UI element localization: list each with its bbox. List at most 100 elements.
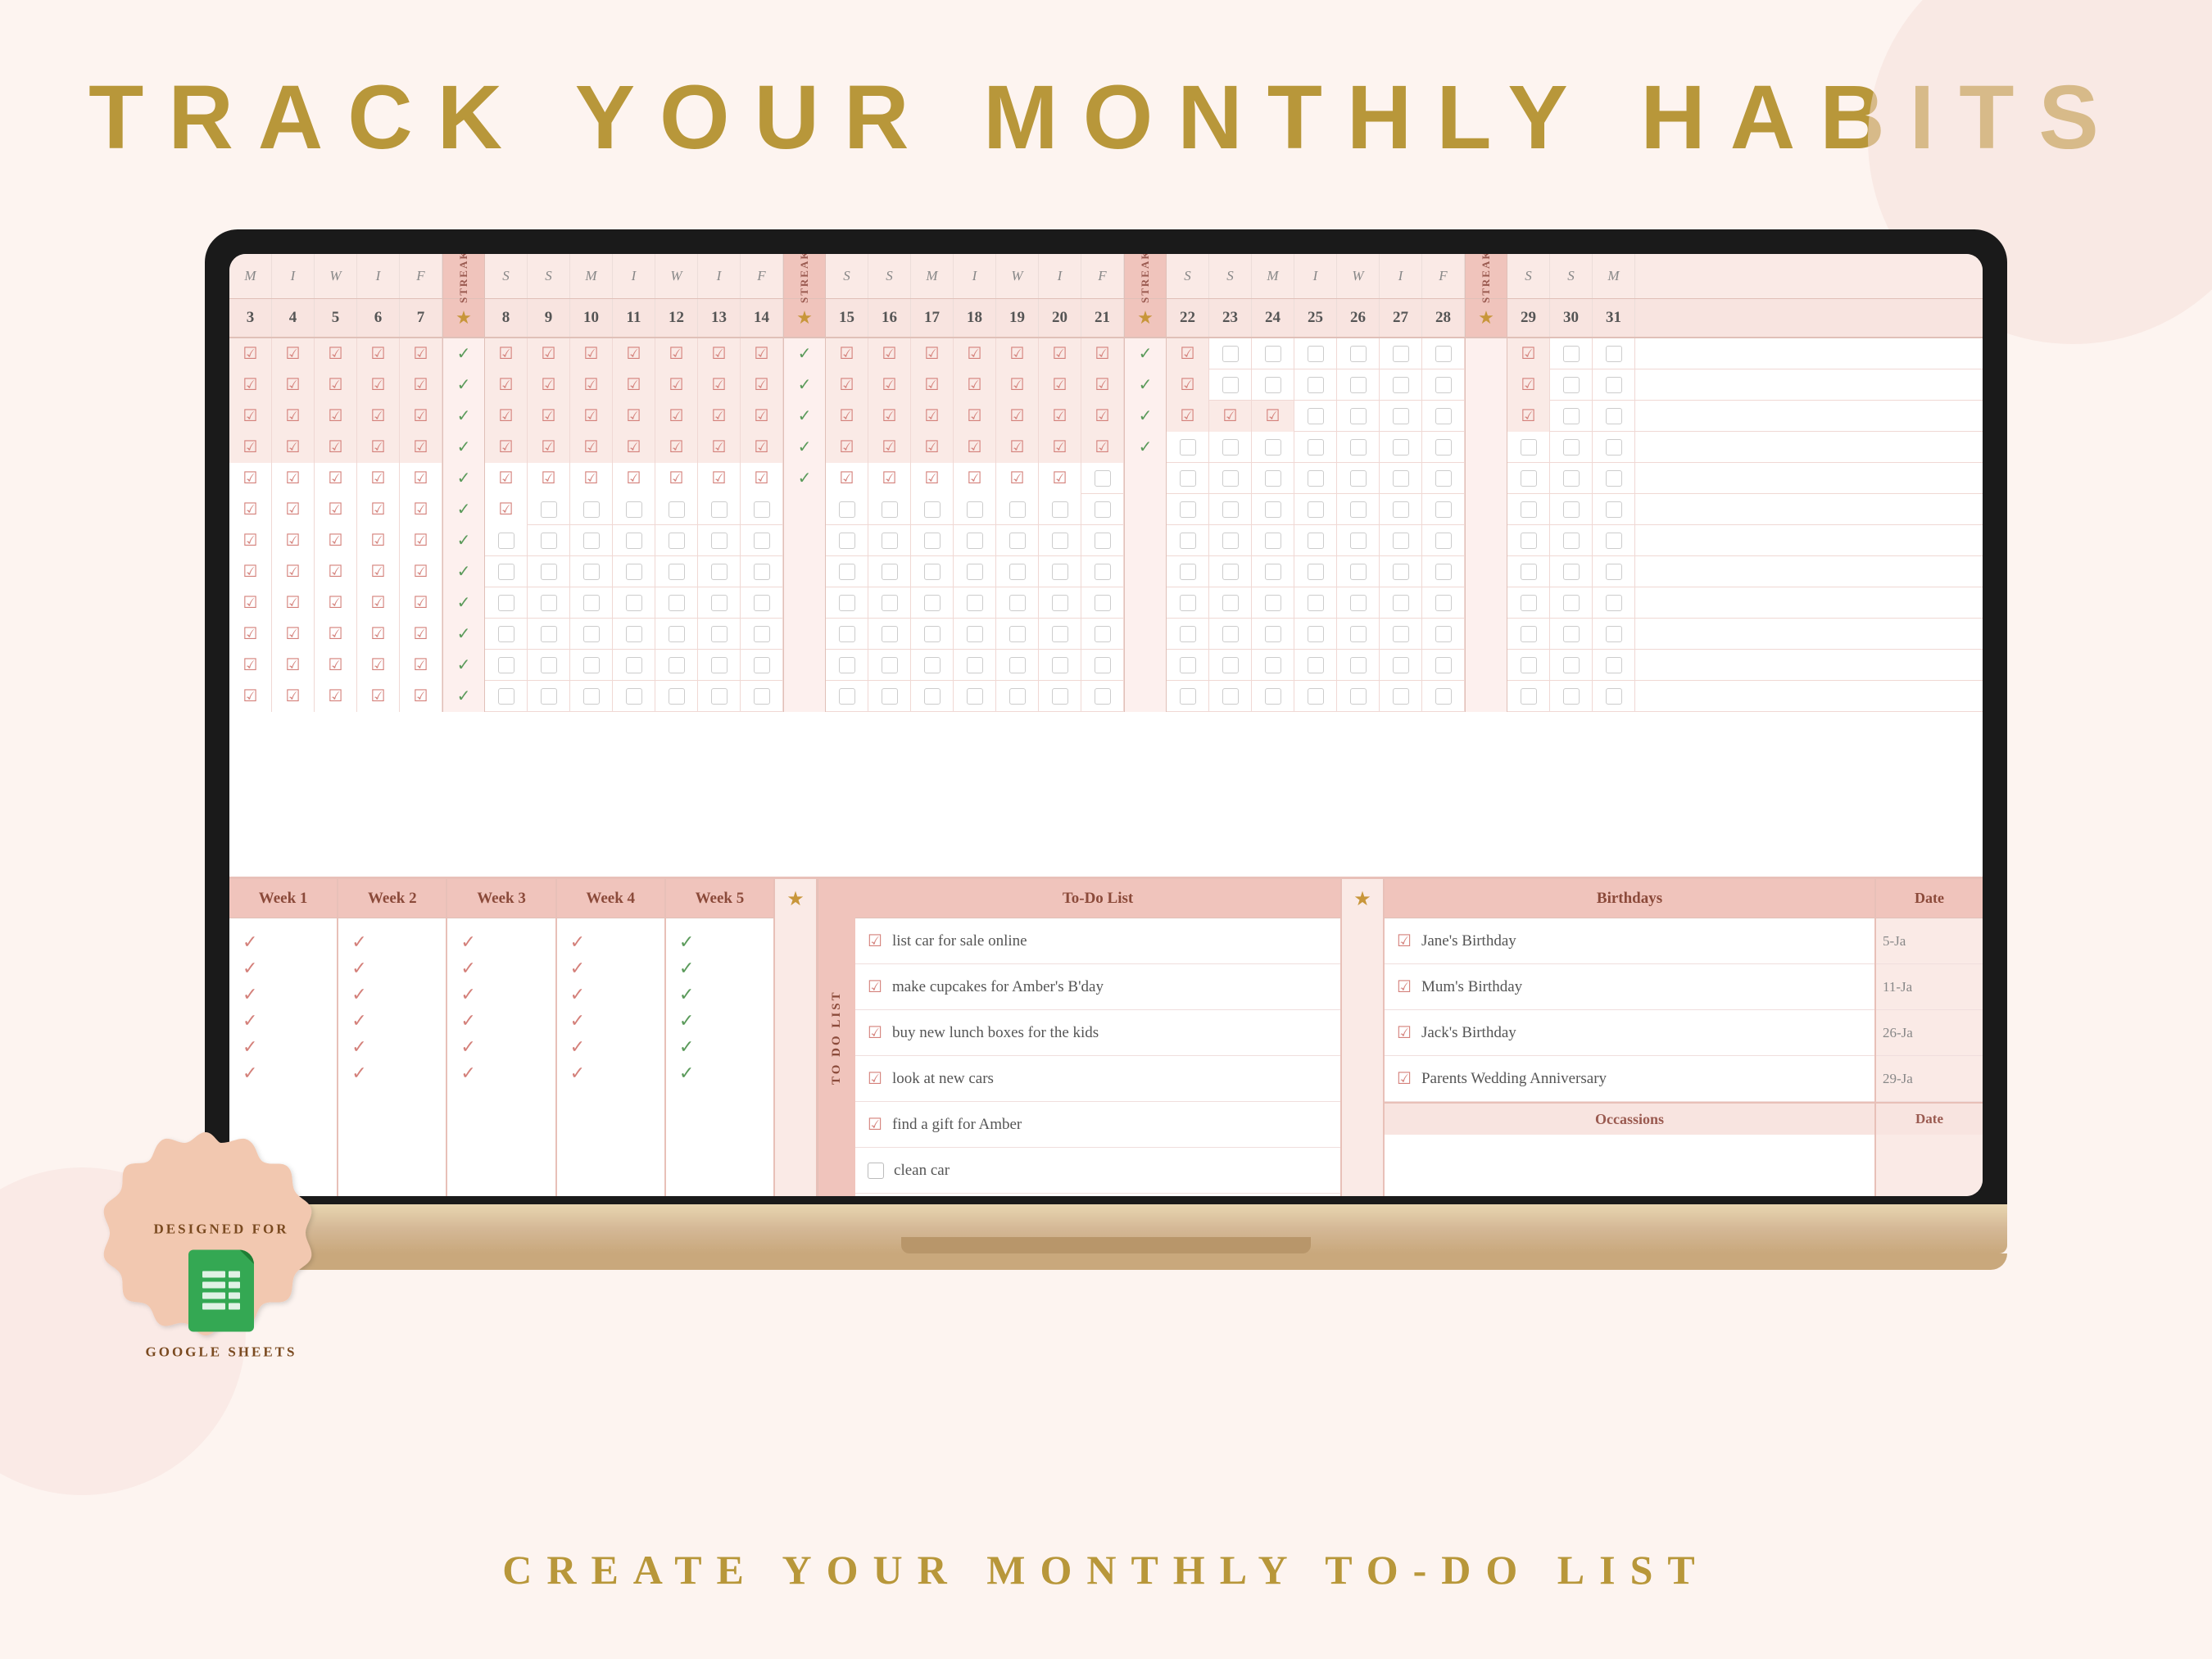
- habit-cell: ☑: [996, 401, 1039, 432]
- habit-cell: [1294, 401, 1337, 432]
- streak-cell: [1465, 494, 1507, 525]
- habit-cell: ☑: [229, 619, 272, 650]
- streak-cell: ✓: [783, 432, 826, 463]
- habit-cell: [1380, 338, 1422, 369]
- habit-cell: [1167, 681, 1209, 712]
- check: ✓: [351, 1036, 433, 1058]
- check-green: ✓: [679, 1010, 760, 1031]
- habit-cell: [1039, 650, 1081, 681]
- habit-cell: ☑: [315, 681, 357, 712]
- habit-cell: [1337, 681, 1380, 712]
- todo-check-icon: ☑: [868, 931, 882, 951]
- habit-cell: ☑: [400, 432, 442, 463]
- day-header: M: [570, 254, 613, 298]
- habit-cell: [1507, 432, 1550, 463]
- habit-cell: [1081, 525, 1124, 556]
- habit-cell: ☑: [485, 432, 528, 463]
- habit-cell: ☑: [357, 432, 400, 463]
- habit-cell: [1252, 587, 1294, 619]
- habit-cell: ☑: [826, 338, 868, 369]
- habit-cell: [1081, 587, 1124, 619]
- habit-cell: [528, 494, 570, 525]
- todo-check-icon: ☑: [868, 1022, 882, 1043]
- date-num: 4: [272, 299, 315, 337]
- habit-row: ☑☑☑☑☑✓☑☑☑☑☑☑☑✓☑☑☑☑☑☑☑✓☑☑: [229, 338, 1983, 369]
- streak-cell: ✓: [783, 463, 826, 494]
- habit-cell: [1337, 556, 1380, 587]
- check: ✓: [570, 1063, 651, 1084]
- habit-cell: ☑: [272, 650, 315, 681]
- habit-cell: [1550, 556, 1593, 587]
- laptop-foot: [205, 1253, 2007, 1270]
- habit-cell: ☑: [954, 401, 996, 432]
- habit-cell: [1507, 619, 1550, 650]
- day-header: I: [1380, 254, 1422, 298]
- check-green: ✓: [679, 958, 760, 979]
- habit-cell: [1422, 619, 1465, 650]
- habit-cell: [954, 619, 996, 650]
- habit-cell: ☑: [1081, 369, 1124, 401]
- streak-cell: [1465, 681, 1507, 712]
- habit-cell: [528, 650, 570, 681]
- bday-name: Jack's Birthday: [1421, 1024, 1862, 1042]
- habit-cell: ☑: [400, 401, 442, 432]
- habit-cell: [741, 525, 783, 556]
- week3-header: Week 3: [447, 879, 555, 918]
- check: ✓: [570, 931, 651, 953]
- date-num: 11: [613, 299, 655, 337]
- day-header: S: [1209, 254, 1252, 298]
- habit-cell: [911, 556, 954, 587]
- habit-cell: ☑: [613, 338, 655, 369]
- habit-cell: ☑: [272, 587, 315, 619]
- habit-cell: [741, 556, 783, 587]
- habit-cell: [1507, 494, 1550, 525]
- habit-cell: ☑: [1081, 432, 1124, 463]
- habit-cell: [1209, 619, 1252, 650]
- badge-google-sheets-text: GOOGLE SHEETS: [146, 1341, 297, 1362]
- date-num: 24: [1252, 299, 1294, 337]
- habit-cell: [1507, 525, 1550, 556]
- date-num: 6: [357, 299, 400, 337]
- habit-cell: [613, 587, 655, 619]
- habit-cell: [996, 587, 1039, 619]
- habit-cell: ☑: [1507, 401, 1550, 432]
- habit-cell: [868, 587, 911, 619]
- habit-cell: [868, 494, 911, 525]
- todo-item-text: look at new cars: [892, 1070, 994, 1088]
- habit-cell: [1593, 338, 1635, 369]
- habit-cell: ☑: [315, 463, 357, 494]
- bday-name: Parents Wedding Anniversary: [1421, 1070, 1862, 1088]
- habit-cell: ☑: [357, 401, 400, 432]
- habit-cell: [570, 619, 613, 650]
- habit-cell: ☑: [400, 619, 442, 650]
- habit-cell: [1380, 432, 1422, 463]
- day-header: M: [911, 254, 954, 298]
- habit-cell: [826, 556, 868, 587]
- google-sheets-icon: [188, 1249, 254, 1331]
- date-numbers-row: 3 4 5 6 7 ★ 8 9 10 11 12 13 14 ★ 15 16 1: [229, 299, 1983, 338]
- habit-row: ☑☑☑☑☑✓: [229, 556, 1983, 587]
- habit-cell: [1294, 556, 1337, 587]
- gs-line: [202, 1303, 240, 1310]
- habit-cell: [1039, 681, 1081, 712]
- streak-star: ★: [442, 299, 485, 337]
- streak-cell: [783, 556, 826, 587]
- habit-cell: [1252, 369, 1294, 401]
- habit-cell: [1167, 494, 1209, 525]
- habit-cell: [1337, 650, 1380, 681]
- laptop-screen: M I W I F STREAK S S M I W I F STREAK: [205, 229, 2007, 1204]
- habit-cell: ☑: [1167, 369, 1209, 401]
- habit-cell: ☑: [272, 432, 315, 463]
- check: ✓: [243, 1036, 324, 1058]
- gs-line: [202, 1282, 240, 1289]
- streak-cell: [1465, 587, 1507, 619]
- spacer: [1635, 299, 1983, 337]
- habit-cell: ☑: [570, 369, 613, 401]
- habit-cell: ☑: [741, 369, 783, 401]
- habit-cell: ☑: [996, 369, 1039, 401]
- habit-cell: ☑: [315, 619, 357, 650]
- streak-cell: ✓: [1124, 338, 1167, 369]
- habit-cell: [1081, 681, 1124, 712]
- habit-cell: [698, 556, 741, 587]
- habit-cell: [485, 525, 528, 556]
